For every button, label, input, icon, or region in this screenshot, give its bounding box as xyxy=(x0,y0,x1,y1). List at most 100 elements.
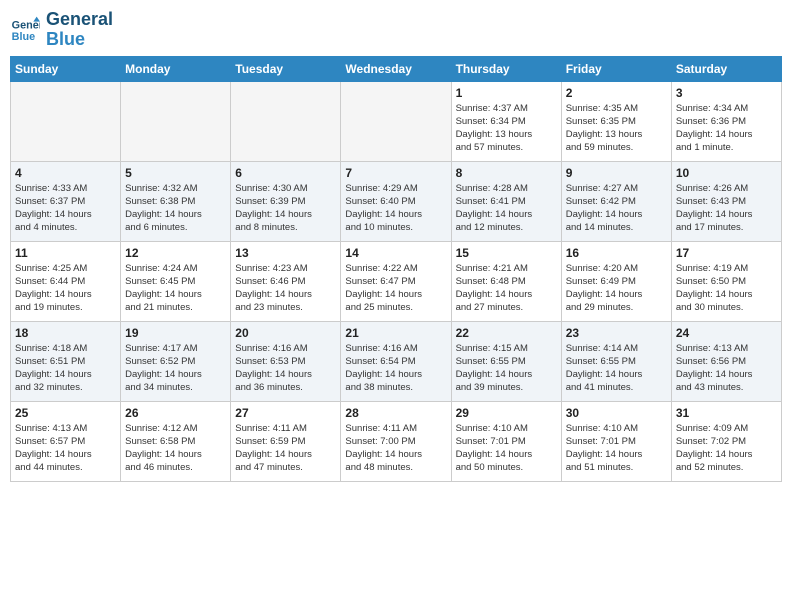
day-cell: 12 Sunrise: 4:24 AM Sunset: 6:45 PM Dayli… xyxy=(121,241,231,321)
day-number: 22 xyxy=(456,326,557,340)
calendar-table: SundayMondayTuesdayWednesdayThursdayFrid… xyxy=(10,56,782,482)
day-number: 20 xyxy=(235,326,336,340)
day-info: Sunrise: 4:19 AM Sunset: 6:50 PM Dayligh… xyxy=(676,262,777,315)
day-cell: 10 Sunrise: 4:26 AM Sunset: 6:43 PM Dayli… xyxy=(671,161,781,241)
day-info: Sunrise: 4:34 AM Sunset: 6:36 PM Dayligh… xyxy=(676,102,777,155)
day-cell: 13Sunrise: 4:23 AM Sunset: 6:46 PM Dayli… xyxy=(231,241,341,321)
week-row-1: 1 Sunrise: 4:37 AM Sunset: 6:34 PM Daylig… xyxy=(11,81,782,161)
day-info: Sunrise: 4:26 AM Sunset: 6:43 PM Dayligh… xyxy=(676,182,777,235)
day-number: 9 xyxy=(566,166,667,180)
day-cell: 4Sunrise: 4:33 AM Sunset: 6:37 PM Daylig… xyxy=(11,161,121,241)
day-number: 27 xyxy=(235,406,336,420)
day-header-friday: Friday xyxy=(561,56,671,81)
week-row-5: 25 Sunrise: 4:13 AM Sunset: 6:57 PM Dayli… xyxy=(11,401,782,481)
day-number: 15 xyxy=(456,246,557,260)
day-header-monday: Monday xyxy=(121,56,231,81)
day-cell xyxy=(341,81,451,161)
day-header-wednesday: Wednesday xyxy=(341,56,451,81)
day-header-tuesday: Tuesday xyxy=(231,56,341,81)
day-cell: 19Sunrise: 4:17 AM Sunset: 6:52 PM Dayli… xyxy=(121,321,231,401)
day-info: Sunrise: 4:15 AM Sunset: 6:55 PM Dayligh… xyxy=(456,342,557,395)
day-number: 24 xyxy=(676,326,777,340)
day-info: Sunrise: 4:11 AM Sunset: 6:59 PM Dayligh… xyxy=(235,422,336,475)
day-cell: 24Sunrise: 4:13 AM Sunset: 6:56 PM Dayli… xyxy=(671,321,781,401)
day-cell: 29Sunrise: 4:10 AM Sunset: 7:01 PM Dayli… xyxy=(451,401,561,481)
day-info: Sunrise: 4:28 AM Sunset: 6:41 PM Dayligh… xyxy=(456,182,557,235)
page-header: General Blue General Blue xyxy=(10,10,782,50)
day-number: 12 xyxy=(125,246,226,260)
day-number: 8 xyxy=(456,166,557,180)
day-cell xyxy=(121,81,231,161)
day-header-sunday: Sunday xyxy=(11,56,121,81)
day-number: 13 xyxy=(235,246,336,260)
day-number: 6 xyxy=(235,166,336,180)
day-cell: 30 Sunrise: 4:10 AM Sunset: 7:01 PM Dayli… xyxy=(561,401,671,481)
day-cell: 8 Sunrise: 4:28 AM Sunset: 6:41 PM Daylig… xyxy=(451,161,561,241)
day-cell: 9 Sunrise: 4:27 AM Sunset: 6:42 PM Daylig… xyxy=(561,161,671,241)
day-info: Sunrise: 4:12 AM Sunset: 6:58 PM Dayligh… xyxy=(125,422,226,475)
day-info: Sunrise: 4:09 AM Sunset: 7:02 PM Dayligh… xyxy=(676,422,777,475)
day-info: Sunrise: 4:29 AM Sunset: 6:40 PM Dayligh… xyxy=(345,182,446,235)
day-cell: 25 Sunrise: 4:13 AM Sunset: 6:57 PM Dayli… xyxy=(11,401,121,481)
day-info: Sunrise: 4:27 AM Sunset: 6:42 PM Dayligh… xyxy=(566,182,667,235)
day-cell xyxy=(11,81,121,161)
day-cell: 15 Sunrise: 4:21 AM Sunset: 6:48 PM Dayli… xyxy=(451,241,561,321)
day-cell: 16 Sunrise: 4:20 AM Sunset: 6:49 PM Dayli… xyxy=(561,241,671,321)
day-info: Sunrise: 4:32 AM Sunset: 6:38 PM Dayligh… xyxy=(125,182,226,235)
day-info: Sunrise: 4:11 AM Sunset: 7:00 PM Dayligh… xyxy=(345,422,446,475)
day-cell: 21Sunrise: 4:16 AM Sunset: 6:54 PM Dayli… xyxy=(341,321,451,401)
svg-text:Blue: Blue xyxy=(12,31,35,43)
day-cell: 22 Sunrise: 4:15 AM Sunset: 6:55 PM Dayli… xyxy=(451,321,561,401)
day-info: Sunrise: 4:16 AM Sunset: 6:54 PM Dayligh… xyxy=(345,342,446,395)
logo-text-blue: Blue xyxy=(46,30,85,50)
day-cell: 1 Sunrise: 4:37 AM Sunset: 6:34 PM Daylig… xyxy=(451,81,561,161)
day-number: 25 xyxy=(15,406,116,420)
day-info: Sunrise: 4:17 AM Sunset: 6:52 PM Dayligh… xyxy=(125,342,226,395)
day-cell: 11Sunrise: 4:25 AM Sunset: 6:44 PM Dayli… xyxy=(11,241,121,321)
day-info: Sunrise: 4:22 AM Sunset: 6:47 PM Dayligh… xyxy=(345,262,446,315)
day-info: Sunrise: 4:13 AM Sunset: 6:57 PM Dayligh… xyxy=(15,422,116,475)
week-row-2: 4Sunrise: 4:33 AM Sunset: 6:37 PM Daylig… xyxy=(11,161,782,241)
day-number: 17 xyxy=(676,246,777,260)
day-number: 30 xyxy=(566,406,667,420)
day-number: 1 xyxy=(456,86,557,100)
week-row-3: 11Sunrise: 4:25 AM Sunset: 6:44 PM Dayli… xyxy=(11,241,782,321)
day-cell: 23Sunrise: 4:14 AM Sunset: 6:55 PM Dayli… xyxy=(561,321,671,401)
day-info: Sunrise: 4:14 AM Sunset: 6:55 PM Dayligh… xyxy=(566,342,667,395)
day-header-saturday: Saturday xyxy=(671,56,781,81)
day-cell: 6Sunrise: 4:30 AM Sunset: 6:39 PM Daylig… xyxy=(231,161,341,241)
logo-text-general: General xyxy=(46,10,113,30)
day-number: 4 xyxy=(15,166,116,180)
day-info: Sunrise: 4:20 AM Sunset: 6:49 PM Dayligh… xyxy=(566,262,667,315)
day-number: 3 xyxy=(676,86,777,100)
day-info: Sunrise: 4:35 AM Sunset: 6:35 PM Dayligh… xyxy=(566,102,667,155)
logo-icon: General Blue xyxy=(10,15,40,45)
day-number: 28 xyxy=(345,406,446,420)
day-info: Sunrise: 4:21 AM Sunset: 6:48 PM Dayligh… xyxy=(456,262,557,315)
week-row-4: 18Sunrise: 4:18 AM Sunset: 6:51 PM Dayli… xyxy=(11,321,782,401)
day-cell: 3 Sunrise: 4:34 AM Sunset: 6:36 PM Daylig… xyxy=(671,81,781,161)
day-number: 16 xyxy=(566,246,667,260)
day-cell: 2 Sunrise: 4:35 AM Sunset: 6:35 PM Daylig… xyxy=(561,81,671,161)
day-number: 14 xyxy=(345,246,446,260)
day-number: 31 xyxy=(676,406,777,420)
day-cell: 7 Sunrise: 4:29 AM Sunset: 6:40 PM Daylig… xyxy=(341,161,451,241)
day-header-thursday: Thursday xyxy=(451,56,561,81)
day-cell: 5Sunrise: 4:32 AM Sunset: 6:38 PM Daylig… xyxy=(121,161,231,241)
day-info: Sunrise: 4:24 AM Sunset: 6:45 PM Dayligh… xyxy=(125,262,226,315)
day-cell: 18Sunrise: 4:18 AM Sunset: 6:51 PM Dayli… xyxy=(11,321,121,401)
day-number: 2 xyxy=(566,86,667,100)
day-cell: 17 Sunrise: 4:19 AM Sunset: 6:50 PM Dayli… xyxy=(671,241,781,321)
day-info: Sunrise: 4:10 AM Sunset: 7:01 PM Dayligh… xyxy=(566,422,667,475)
day-number: 7 xyxy=(345,166,446,180)
day-number: 26 xyxy=(125,406,226,420)
day-cell: 20Sunrise: 4:16 AM Sunset: 6:53 PM Dayli… xyxy=(231,321,341,401)
day-cell: 27 Sunrise: 4:11 AM Sunset: 6:59 PM Dayli… xyxy=(231,401,341,481)
day-cell: 14 Sunrise: 4:22 AM Sunset: 6:47 PM Dayli… xyxy=(341,241,451,321)
day-number: 10 xyxy=(676,166,777,180)
day-info: Sunrise: 4:10 AM Sunset: 7:01 PM Dayligh… xyxy=(456,422,557,475)
day-cell xyxy=(231,81,341,161)
day-info: Sunrise: 4:37 AM Sunset: 6:34 PM Dayligh… xyxy=(456,102,557,155)
day-cell: 26 Sunrise: 4:12 AM Sunset: 6:58 PM Dayli… xyxy=(121,401,231,481)
day-number: 11 xyxy=(15,246,116,260)
